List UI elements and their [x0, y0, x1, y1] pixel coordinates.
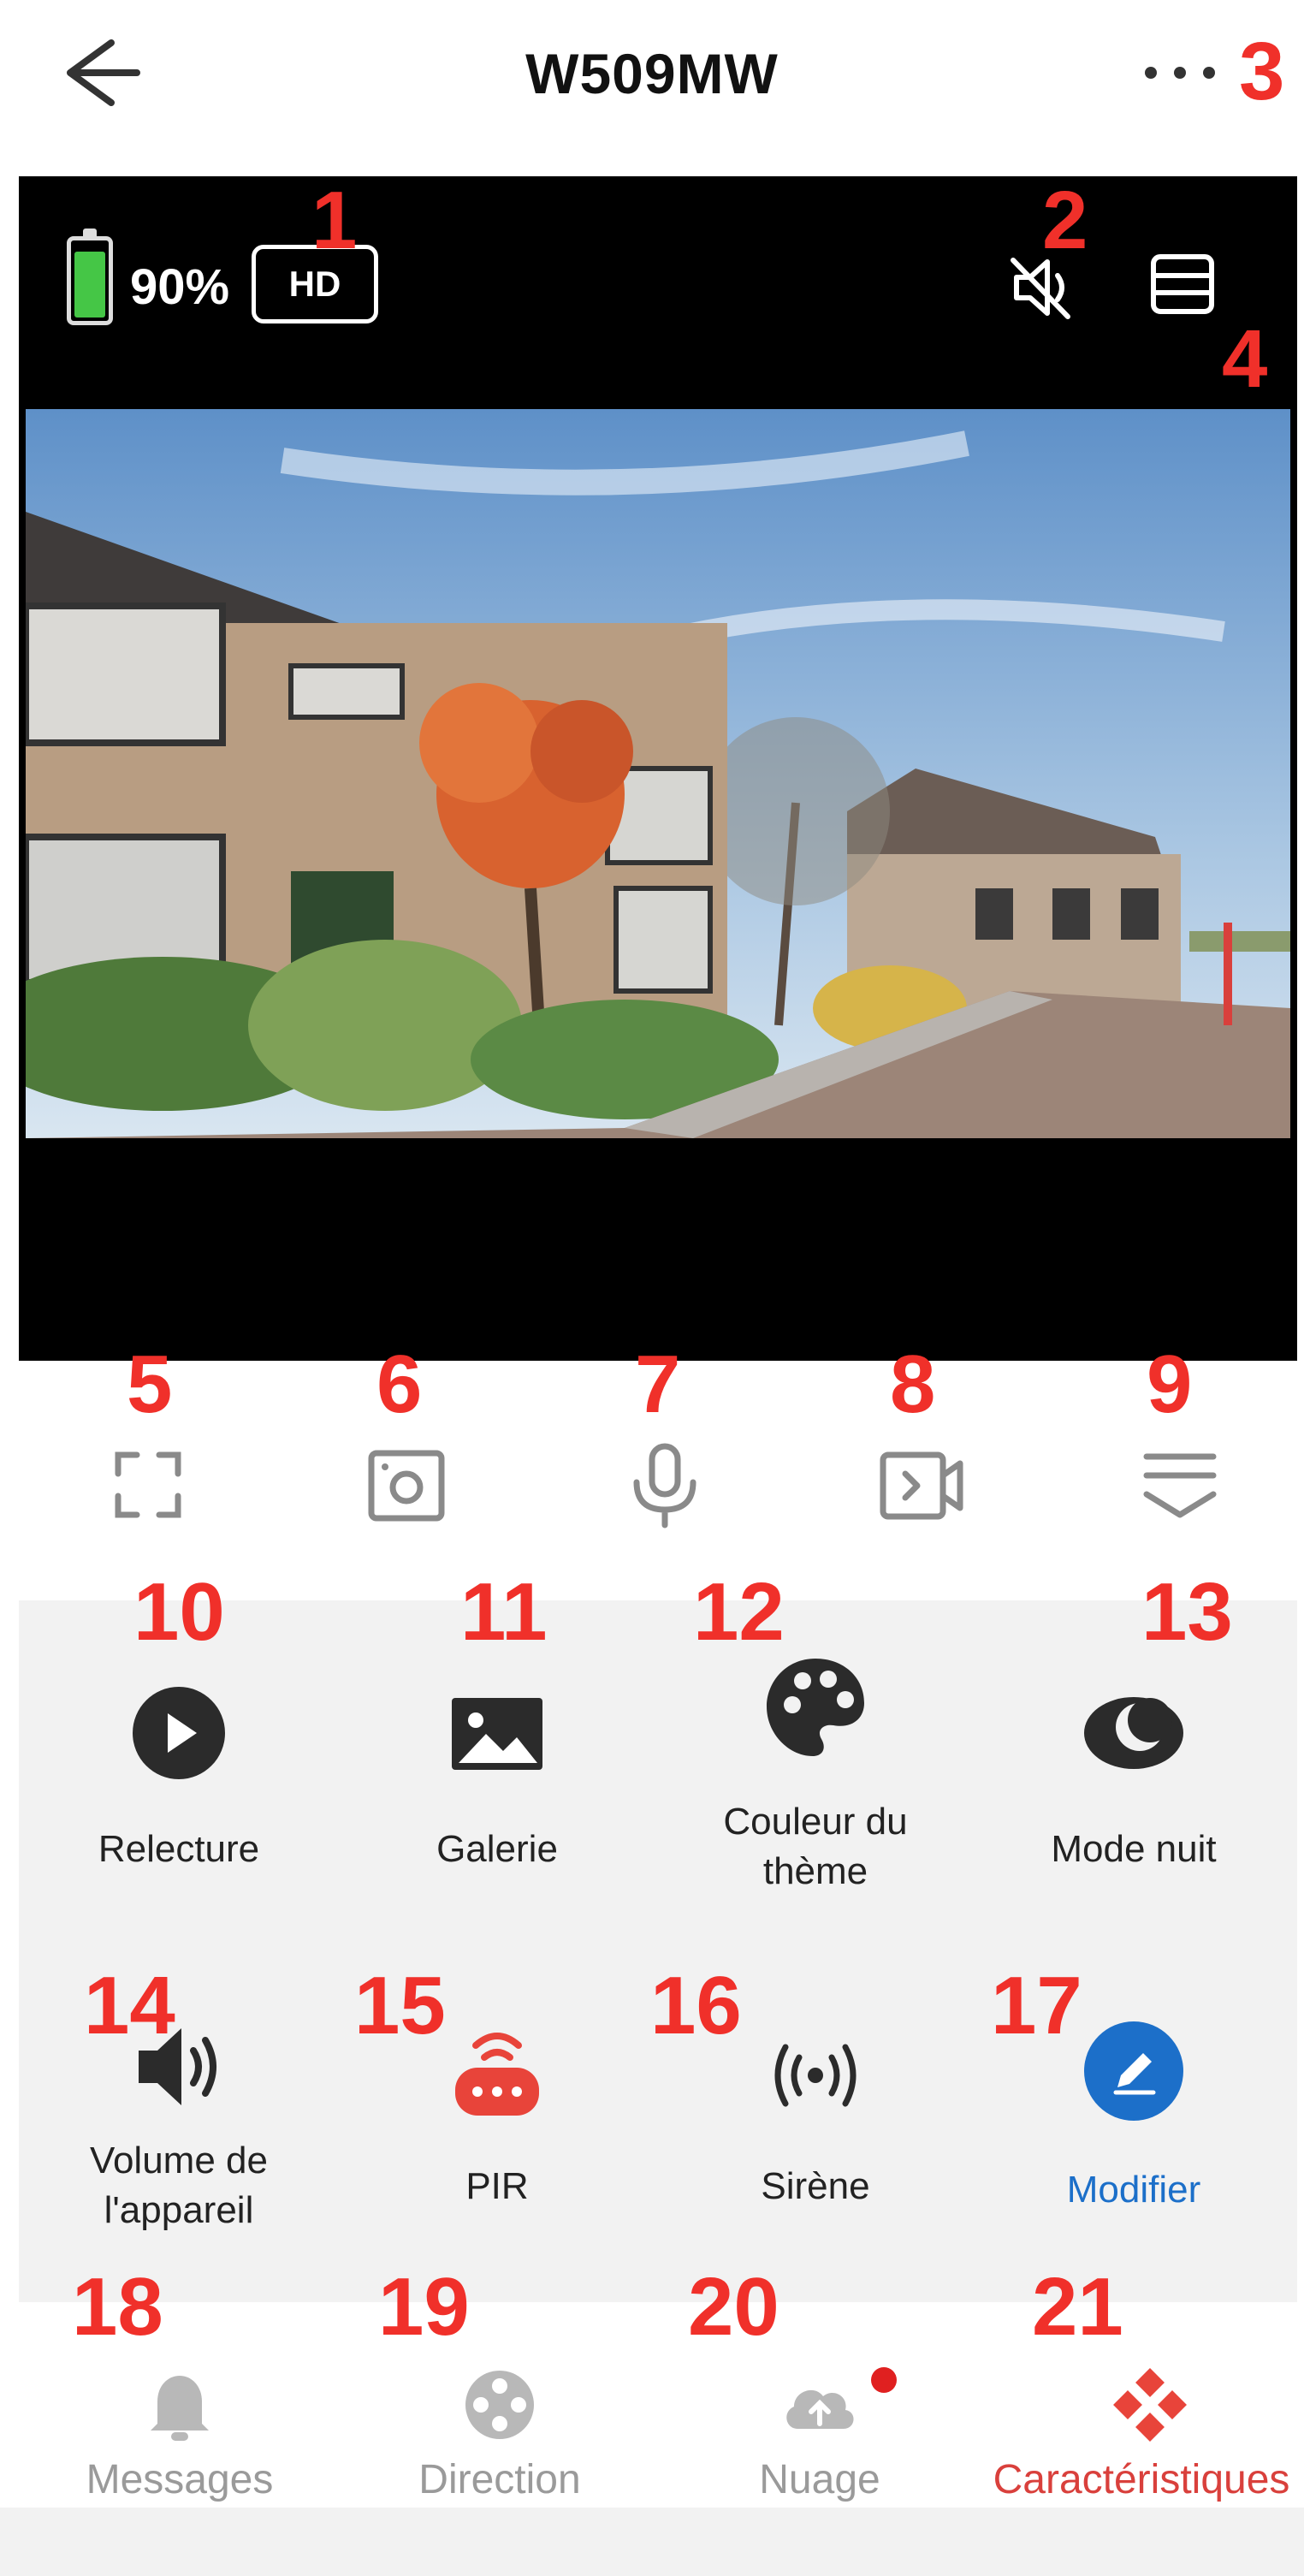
collapse-chevron-icon	[1143, 1453, 1217, 1518]
more-options-button[interactable]	[1138, 41, 1224, 101]
video-record-icon	[880, 1451, 963, 1520]
feature-label-relecture: Relecture	[98, 1828, 260, 1870]
pir-sensor-icon[interactable]	[442, 2020, 553, 2131]
annotation-11: 11	[460, 1566, 548, 1658]
battery-percentage: 90%	[130, 259, 230, 315]
screenshot-button[interactable]	[359, 1438, 453, 1532]
features-icon[interactable]	[1107, 2362, 1193, 2448]
annotation-16: 16	[650, 1960, 742, 2051]
direction-pad-icon[interactable]	[457, 2362, 542, 2448]
feature-label-pir: PIR	[465, 2165, 529, 2207]
nav-label-nuage: Nuage	[759, 2457, 880, 2502]
play-circle-icon[interactable]	[123, 1677, 234, 1789]
feature-label-galerie: Galerie	[436, 1828, 558, 1870]
image-icon[interactable]	[442, 1677, 553, 1789]
split-view-button[interactable]	[1148, 250, 1217, 318]
annotation-6: 6	[376, 1338, 423, 1430]
annotation-20: 20	[688, 2261, 779, 2353]
annotation-18: 18	[72, 2261, 163, 2353]
camera-snapshot-icon	[368, 1450, 445, 1522]
moon-icon[interactable]	[1078, 1677, 1189, 1789]
camera-feed-image	[26, 409, 1290, 1138]
layout-rows-icon	[1151, 254, 1214, 314]
feature-label-volume-appareil: Volume de l'appareil	[90, 2140, 268, 2231]
annotation-8: 8	[890, 1338, 936, 1430]
microphone-icon	[633, 1443, 696, 1528]
talk-button[interactable]	[618, 1438, 712, 1532]
page-title: W509MW	[525, 42, 779, 105]
nav-label-messages: Messages	[86, 2457, 274, 2502]
annotation-3: 3	[1239, 26, 1285, 117]
annotation-10: 10	[133, 1566, 225, 1658]
live-video-view[interactable]: 90% HD	[19, 176, 1297, 1361]
feature-label-sirene: Sirène	[761, 2165, 870, 2207]
siren-icon[interactable]	[760, 2020, 871, 2131]
nav-label-caracteristiques: Caractéristiques	[993, 2457, 1290, 2502]
annotation-2: 2	[1042, 175, 1088, 266]
annotation-5: 5	[127, 1338, 173, 1430]
annotation-15: 15	[354, 1960, 446, 2051]
edit-icon[interactable]	[1078, 2015, 1189, 2127]
annotation-1: 1	[311, 175, 358, 266]
annotation-4: 4	[1222, 313, 1268, 405]
annotation-19: 19	[378, 2261, 470, 2353]
fullscreen-button[interactable]	[101, 1438, 195, 1532]
record-button[interactable]	[874, 1438, 969, 1532]
fullscreen-icon	[115, 1451, 181, 1518]
feature-label-modifier: Modifier	[1066, 2169, 1201, 2211]
annotation-17: 17	[991, 1960, 1082, 2051]
annotation-13: 13	[1141, 1566, 1233, 1658]
annotation-14: 14	[84, 1960, 175, 2051]
cloud-upload-icon[interactable]	[777, 2362, 862, 2448]
annotation-7: 7	[635, 1338, 681, 1430]
palette-icon[interactable]	[760, 1652, 871, 1763]
battery-icon	[67, 229, 113, 325]
notification-badge	[871, 2367, 897, 2393]
nav-label-direction: Direction	[418, 2457, 581, 2502]
expand-panel-button[interactable]	[1133, 1438, 1227, 1532]
annotation-12: 12	[693, 1566, 785, 1658]
top-bar: W509MW	[0, 0, 1304, 154]
annotation-9: 9	[1147, 1338, 1193, 1430]
feature-label-mode-nuit: Mode nuit	[1051, 1828, 1217, 1870]
system-gesture-bar	[0, 2508, 1304, 2576]
bell-icon[interactable]	[137, 2362, 222, 2448]
annotation-21: 21	[1032, 2261, 1123, 2353]
feature-label-couleur-du-theme: Couleur du thème	[723, 1801, 908, 1892]
